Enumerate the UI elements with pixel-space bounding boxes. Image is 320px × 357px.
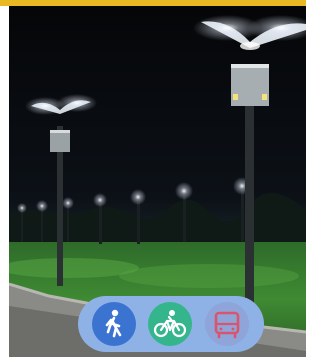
- walk-mode-button[interactable]: [92, 302, 136, 346]
- bus-mode-button[interactable]: [205, 302, 249, 346]
- walk-icon: [105, 309, 122, 338]
- bus-icon: [214, 311, 240, 339]
- bike-icon: [153, 310, 187, 338]
- bike-mode-button[interactable]: [148, 302, 192, 346]
